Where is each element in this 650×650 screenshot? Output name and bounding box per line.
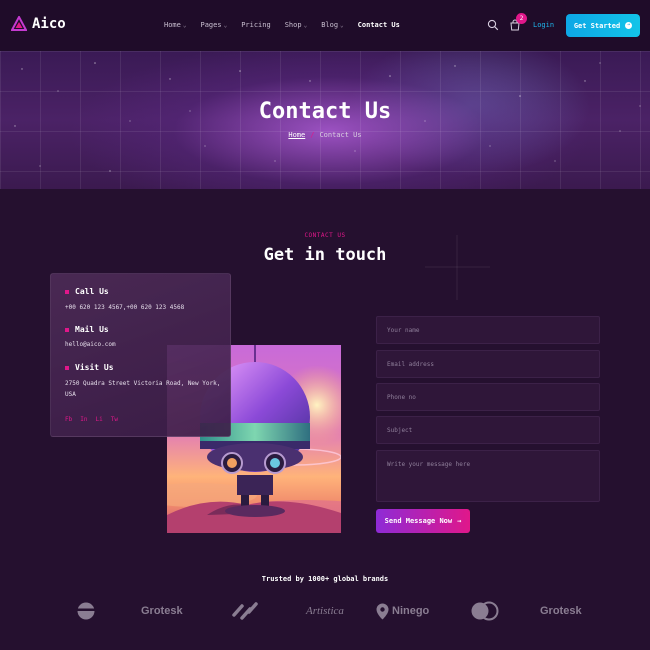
logo-icon (11, 16, 27, 31)
arrow-right-icon: → (457, 517, 462, 525)
nav-blog-label: Blog (321, 21, 339, 29)
nav-pricing-label: Pricing (241, 21, 271, 29)
social-linkedin-link[interactable]: Li (95, 416, 102, 423)
section-title: Get in touch (263, 245, 387, 265)
brand-logo-circle (76, 598, 96, 624)
nav-pricing[interactable]: Pricing (241, 21, 271, 29)
brand-artistica-text: Artistica (306, 605, 344, 617)
contact-info-card: Call Us +00 620 123 4567,+00 620 123 456… (50, 273, 231, 437)
chevron-down-icon: ⌄ (182, 21, 187, 29)
brand-grotesk-text: Grotesk (141, 605, 183, 617)
section-eyebrow: CONTACT US (304, 232, 346, 239)
name-field[interactable] (376, 316, 600, 344)
phone-field[interactable] (376, 383, 600, 411)
site-header: Aico Home ⌄ Pages ⌄ Pricing Shop ⌄ Blog ⌄ Co… (0, 0, 650, 51)
bullet-icon (65, 289, 69, 294)
logo-text: Aico (32, 16, 66, 32)
mail-us-email[interactable]: hello@aico.com (65, 339, 225, 350)
visit-us-address: 2750 Quadra Street Victoria Road, New Yo… (65, 380, 221, 398)
brand-logo-grotesk-2: Grotesk (540, 598, 582, 624)
login-link[interactable]: Login (533, 21, 554, 29)
nav-shop-label: Shop (284, 21, 302, 29)
bullet-icon (65, 327, 69, 332)
call-us-phones[interactable]: +00 620 123 4567,+00 620 123 4568 (65, 302, 225, 313)
chevron-down-icon: ⌄ (340, 21, 344, 29)
slashes-logo-icon (232, 602, 258, 620)
nav-shop[interactable]: Shop ⌄ (285, 21, 307, 29)
bullet-icon (65, 365, 69, 370)
call-us-label: Call Us (75, 287, 109, 296)
nav-home-label: Home (164, 21, 181, 29)
breadcrumb-home-link[interactable]: Home (288, 131, 305, 139)
social-facebook-link[interactable]: Fb (65, 416, 72, 423)
circle-logo-icon (77, 602, 95, 620)
overlapping-circles-icon (471, 601, 499, 621)
brand-logo-grotesk: Grotesk (141, 598, 183, 624)
email-field[interactable] (376, 350, 600, 378)
logo[interactable]: Aico (11, 16, 66, 32)
search-icon[interactable] (487, 19, 499, 31)
call-us-heading: Call Us (65, 287, 109, 296)
nav-contact-label: Contact Us (357, 21, 400, 29)
mail-us-heading: Mail Us (65, 325, 109, 334)
chevron-down-icon: ⌄ (223, 21, 228, 29)
breadcrumb-current: Contact Us (319, 131, 362, 139)
social-twitter-link[interactable]: Tw (111, 416, 118, 423)
nav-blog[interactable]: Blog ⌄ (321, 21, 343, 29)
brand-logo-artistica: Artistica (306, 598, 344, 624)
decorative-cross (425, 235, 490, 300)
get-started-label: Get Started (573, 21, 621, 30)
page-title: Contact Us (258, 99, 392, 124)
mail-us-label: Mail Us (75, 325, 109, 334)
nav-home[interactable]: Home ⌄ (164, 21, 186, 29)
get-started-button[interactable]: Get Started ➔ (566, 14, 640, 37)
nav-pages[interactable]: Pages ⌄ (200, 21, 227, 29)
chevron-down-icon: ⌄ (303, 21, 308, 29)
breadcrumb: Home / Contact Us (0, 131, 650, 139)
brand-ninego-text: Ninego (392, 605, 430, 617)
social-instagram-link[interactable]: In (80, 416, 87, 423)
cart-count-badge: 2 (516, 13, 527, 24)
nav-contact[interactable]: Contact Us (358, 21, 400, 29)
brand-logo-slashes (231, 598, 259, 624)
breadcrumb-separator: / (310, 131, 315, 139)
social-links: Fb In Li Tw (65, 416, 118, 423)
message-field[interactable] (376, 450, 600, 502)
page-hero: Contact Us Home / Contact Us (0, 51, 650, 189)
map-pin-icon (376, 603, 389, 619)
arrow-right-icon: ➔ (625, 22, 633, 29)
subject-field[interactable] (376, 416, 600, 444)
brand-logo-ninego: Ninego (376, 598, 429, 624)
nav-pages-label: Pages (200, 21, 222, 29)
send-message-label: Send Message Now (384, 517, 453, 525)
main-nav: Home ⌄ Pages ⌄ Pricing Shop ⌄ Blog ⌄ Contact… (164, 21, 400, 29)
visit-us-heading: Visit Us (65, 363, 114, 372)
brand-logo-rings (470, 598, 500, 624)
brand-logos: Grotesk Artistica Ninego Grotesk (0, 598, 650, 624)
brands-heading: Trusted by 1000+ global brands (261, 575, 389, 583)
visit-us-label: Visit Us (75, 363, 114, 372)
brand-grotesk-2-text: Grotesk (540, 605, 582, 617)
send-message-button[interactable]: Send Message Now → (376, 509, 470, 533)
